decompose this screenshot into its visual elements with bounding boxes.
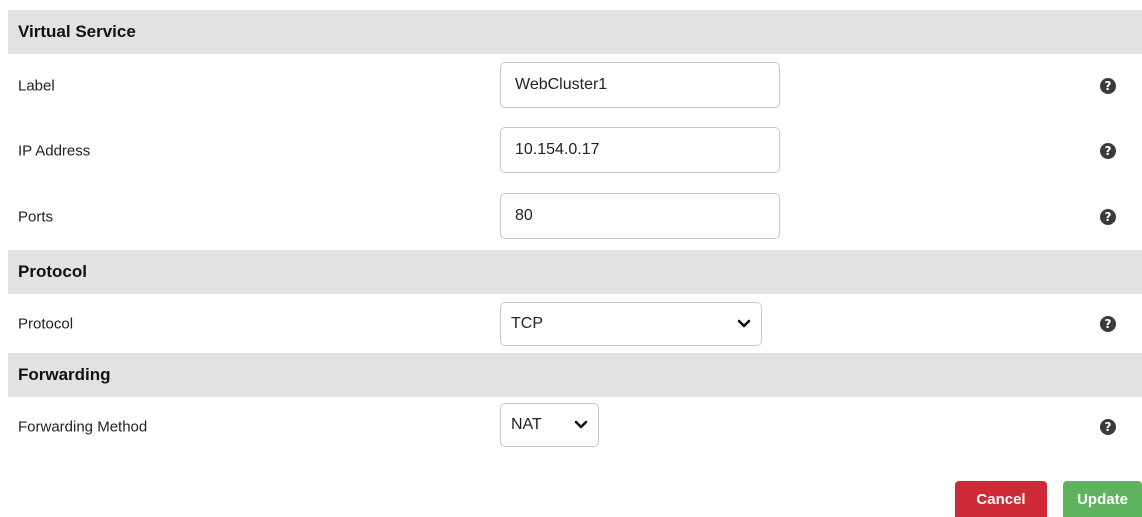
help-icon[interactable]: ? — [1100, 143, 1116, 159]
help-icon[interactable]: ? — [1100, 315, 1116, 332]
field-label: Protocol — [18, 315, 74, 332]
cancel-button[interactable]: Cancel — [955, 481, 1047, 517]
help-icon[interactable]: ? — [1100, 419, 1116, 435]
section-header-protocol: Protocol — [8, 250, 1142, 294]
section-title: Protocol — [18, 262, 87, 281]
row-label: Label ? — [8, 54, 1142, 118]
help-icon[interactable]: ? — [1100, 209, 1116, 225]
update-button[interactable]: Update — [1063, 481, 1142, 517]
field-label: Label — [18, 77, 55, 95]
chevron-down-icon — [737, 317, 751, 331]
row-ports: Ports ? — [8, 185, 1142, 249]
section-header-forwarding: Forwarding — [8, 353, 1142, 397]
section-title: Forwarding — [18, 365, 111, 384]
help-icon[interactable]: ? — [1100, 78, 1116, 94]
forwarding-method-select[interactable]: NAT — [500, 403, 599, 447]
row-forwarding-method: Forwarding Method NAT ? — [8, 397, 1142, 457]
field-label: Forwarding Method — [18, 418, 148, 436]
section-title: Virtual Service — [18, 22, 136, 41]
ip-address-input[interactable] — [500, 127, 780, 173]
field-label: IP Address — [18, 142, 91, 160]
protocol-select-value: TCP — [511, 315, 543, 332]
field-label: Ports — [18, 208, 54, 226]
row-protocol: Protocol TCP ? — [8, 294, 1142, 353]
forwarding-method-select-value: NAT — [511, 416, 542, 433]
label-input[interactable] — [500, 62, 780, 108]
chevron-down-icon — [574, 418, 588, 432]
row-ip-address: IP Address ? — [8, 119, 1142, 183]
ports-input[interactable] — [500, 193, 780, 239]
section-header-virtual-service: Virtual Service — [8, 10, 1142, 54]
protocol-select[interactable]: TCP — [500, 302, 762, 346]
